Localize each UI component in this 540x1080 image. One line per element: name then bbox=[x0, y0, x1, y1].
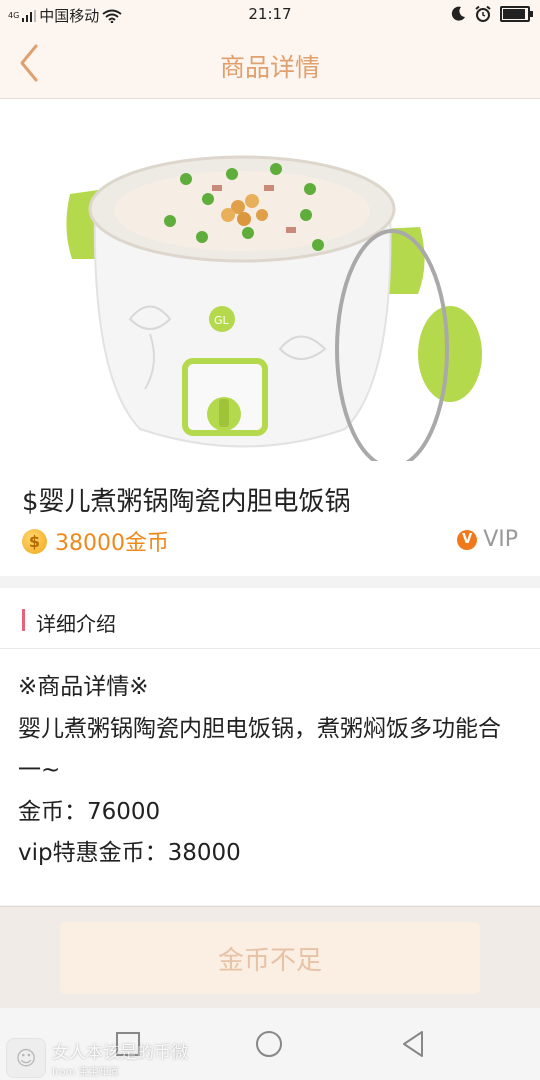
section-title: 详细介绍 bbox=[36, 612, 116, 636]
vip-icon: V bbox=[457, 529, 478, 550]
watermark: ☺ 女人本该是的币微 from 宝宝知道 bbox=[6, 1038, 188, 1078]
alarm-icon bbox=[475, 5, 491, 22]
coin-icon: $ bbox=[22, 528, 47, 554]
product-info: $婴儿煮粥锅陶瓷内胆电饭锅 $ 38000金币 V VIP bbox=[0, 461, 540, 576]
watermark-logo-icon: ☺ bbox=[6, 1038, 46, 1078]
system-nav-bar: ☺ 女人本该是的币微 from 宝宝知道 bbox=[0, 1008, 540, 1080]
nav-bar: 商品详情 bbox=[0, 28, 540, 99]
watermark-main-text: 女人本该是的币微 bbox=[52, 1043, 188, 1063]
rice-cooker-image: GL bbox=[0, 99, 540, 469]
description-text: ※商品详情※ 婴儿煮粥锅陶瓷内胆电饭锅，煮粥焖饭多功能合一~ 金币：76000 … bbox=[18, 667, 518, 875]
description-line: 婴儿煮粥锅陶瓷内胆电饭锅，煮粥焖饭多功能合一~ bbox=[18, 715, 501, 784]
page-title: 商品详情 bbox=[219, 53, 320, 82]
status-bar: 4G 中国移动 21:17 bbox=[0, 0, 540, 28]
back-triangle-icon[interactable] bbox=[398, 1028, 430, 1060]
description-line: 金币：76000 bbox=[18, 798, 161, 825]
watermark-sub-text: from 宝宝知道 bbox=[52, 1067, 119, 1078]
home-icon[interactable] bbox=[253, 1028, 285, 1060]
svg-text:GL: GL bbox=[214, 314, 230, 327]
vip-label: VIP bbox=[483, 527, 518, 552]
status-right bbox=[450, 5, 533, 23]
product-price: 38000金币 bbox=[55, 531, 169, 556]
product-description: ※商品详情※ 婴儿煮粥锅陶瓷内胆电饭锅，煮粥焖饭多功能合一~ 金币：76000 … bbox=[0, 649, 540, 905]
price-row: $ 38000金币 bbox=[22, 525, 169, 557]
product-title: $婴儿煮粥锅陶瓷内胆电饭锅 bbox=[22, 487, 351, 517]
description-line: vip特惠金币：38000 bbox=[18, 840, 241, 866]
bottom-action-area: 金币不足 bbox=[0, 906, 540, 1009]
moon-icon bbox=[451, 6, 465, 21]
description-line: ※商品详情※ bbox=[18, 674, 149, 700]
section-header: 详细介绍 bbox=[0, 588, 540, 649]
battery-icon bbox=[500, 6, 533, 22]
section-accent-bar bbox=[22, 609, 25, 631]
product-image: GL bbox=[0, 99, 540, 469]
insufficient-coins-button[interactable]: 金币不足 bbox=[60, 922, 480, 994]
vip-tag: V VIP bbox=[457, 527, 518, 552]
watermark-text: 女人本该是的币微 from 宝宝知道 bbox=[52, 1038, 188, 1078]
